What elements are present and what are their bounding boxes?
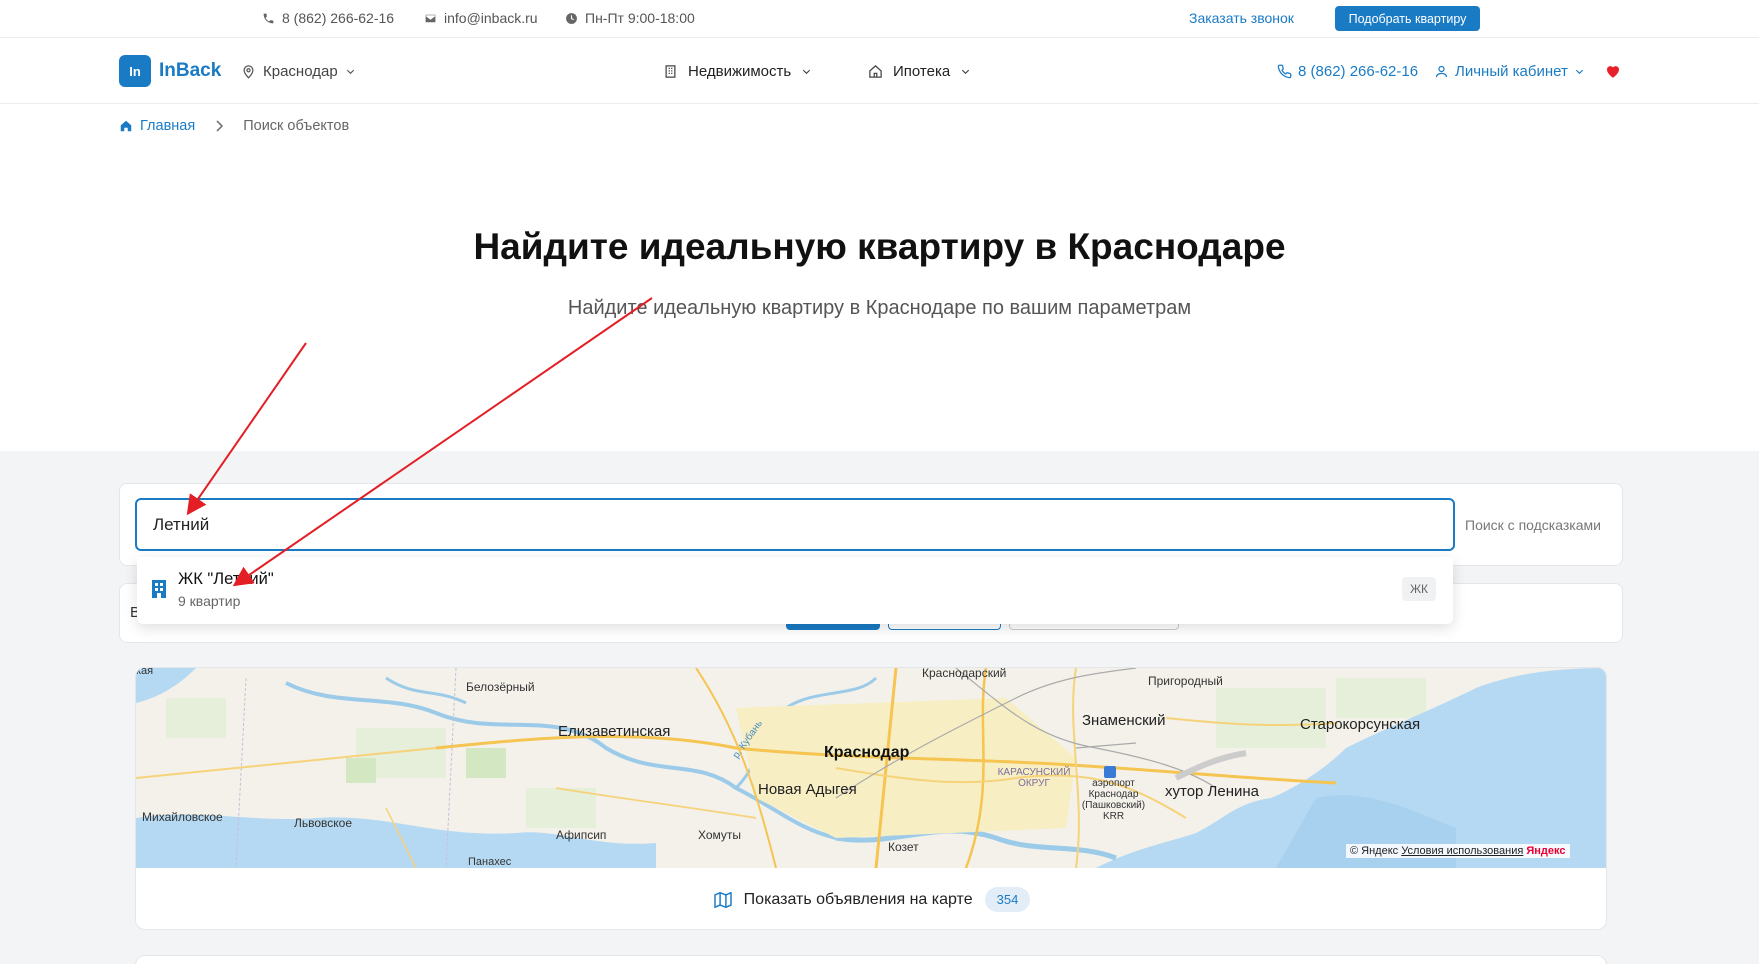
chevron-down-icon (803, 69, 811, 75)
map-copyright: © Яндекс (1350, 845, 1399, 857)
building-icon (665, 65, 676, 78)
topbar-phone[interactable]: 8 (862) 266-62-16 (262, 10, 394, 26)
map-attribution: © Яндекс Условия использования Яндекс (1346, 844, 1570, 858)
header-phone-text: 8 (862) 266-62-16 (1298, 63, 1419, 80)
breadcrumb-current: Поиск объектов (243, 118, 350, 134)
chevron-down-icon (346, 69, 354, 75)
clock-icon (566, 12, 577, 24)
map-canvas (136, 668, 1606, 869)
phone-icon (263, 13, 274, 23)
results-card (135, 955, 1607, 964)
map-label: Михайловское (142, 810, 223, 824)
map-label: Хомуты (698, 828, 742, 842)
suggestion-item[interactable]: ЖК "Летний" 9 квартир ЖК (137, 557, 1453, 624)
mail-icon (425, 14, 436, 22)
home-icon (120, 120, 132, 132)
nav-realty[interactable]: Недвижимость (663, 63, 812, 80)
header-phone-link[interactable]: 8 (862) 266-62-16 (1277, 63, 1418, 80)
search-hint-label: Поиск с подсказками (1465, 517, 1601, 533)
breadcrumb: Главная Поиск объектов (119, 118, 349, 134)
map-label: хутор Ленина (1165, 783, 1260, 800)
search-suggestions: ЖК "Летний" 9 квартир ЖК (137, 557, 1453, 624)
map-label: Белозёрный (466, 680, 535, 694)
topbar-email[interactable]: info@inback.ru (424, 10, 538, 26)
city-selector[interactable]: Краснодар (241, 63, 356, 80)
map-label: Новая Адыгея (758, 781, 857, 798)
user-icon (1435, 65, 1448, 78)
page-title: Найдите идеальную квартиру в Краснодаре (473, 226, 1286, 267)
top-bar: 8 (862) 266-62-16 info@inback.ru Пн-Пт 9… (0, 0, 1759, 38)
map-label: Панахес (468, 856, 512, 868)
order-call-link[interactable]: Заказать звонок (1189, 10, 1294, 26)
yandex-logo: Яндекс (1526, 845, 1566, 857)
account-menu[interactable]: Личный кабинет (1434, 63, 1585, 80)
nav-mortgage-label: Ипотека (893, 63, 951, 80)
chevron-down-icon (1575, 69, 1583, 75)
logo-mark[interactable]: In (119, 55, 151, 87)
city-name: Краснодар (263, 63, 338, 80)
topbar-hours-text: Пн-Пт 9:00-18:00 (585, 10, 695, 26)
map-label: Козет (888, 840, 919, 854)
map-label: Старокорсунская (1300, 716, 1421, 733)
map-icon (713, 891, 732, 908)
pick-apartment-button[interactable]: Подобрать квартиру (1335, 6, 1480, 31)
topbar-email-text: info@inback.ru (444, 10, 538, 26)
map-label: Афипсип (556, 828, 607, 842)
account-label: Личный кабинет (1455, 63, 1568, 80)
map-label: Знаменский (1082, 712, 1166, 729)
show-on-map-button[interactable]: Показать объявления на карте 354 (136, 868, 1606, 929)
suggestion-subtitle: 9 квартир (178, 593, 241, 609)
map-card: Краснодарский Белозёрный Пригородный Зна… (135, 667, 1607, 930)
map-label: кая (136, 667, 154, 677)
map-label: Краснодарский (922, 667, 1007, 680)
home-icon (869, 65, 882, 78)
chevron-right-icon (216, 120, 224, 132)
page-subtitle: Найдите идеальную квартиру в Краснодаре … (567, 297, 1192, 319)
map-label: Львовское (294, 816, 353, 830)
suggestion-type-badge: ЖК (1402, 577, 1436, 601)
topbar-phone-text: 8 (862) 266-62-16 (282, 10, 395, 26)
map-label: Краснодар (824, 744, 910, 761)
logo-text[interactable]: InBack (159, 60, 221, 82)
main-header: In InBack Краснодар Недвижимость Ипотека… (0, 38, 1759, 104)
map-label: КАРАСУНСКИЙ ОКРУГ (997, 767, 1071, 789)
chevron-down-icon (962, 69, 970, 75)
location-pin-icon (243, 65, 254, 79)
listings-count-badge: 354 (984, 887, 1031, 912)
map-label: Елизаветинская (558, 723, 671, 740)
search-input[interactable] (135, 498, 1455, 551)
breadcrumb-home-label: Главная (140, 118, 196, 134)
building-icon (152, 580, 166, 598)
heart-icon[interactable] (1604, 62, 1622, 80)
map-view[interactable]: Краснодарский Белозёрный Пригородный Зна… (136, 667, 1606, 869)
suggestion-title: ЖК "Летний" (178, 570, 274, 588)
breadcrumb-home[interactable]: Главная (119, 118, 195, 134)
phone-icon (1277, 64, 1292, 79)
map-label: Пригородный (1148, 674, 1223, 688)
nav-realty-label: Недвижимость (688, 63, 792, 80)
show-on-map-label: Показать объявления на карте (743, 890, 973, 908)
nav-mortgage[interactable]: Ипотека (868, 63, 971, 80)
map-label: аэропорт Краснодар (Пашковский) KRR (1081, 778, 1146, 822)
topbar-hours: Пн-Пт 9:00-18:00 (565, 10, 695, 26)
map-terms-link[interactable]: Условия использования (1401, 845, 1523, 857)
